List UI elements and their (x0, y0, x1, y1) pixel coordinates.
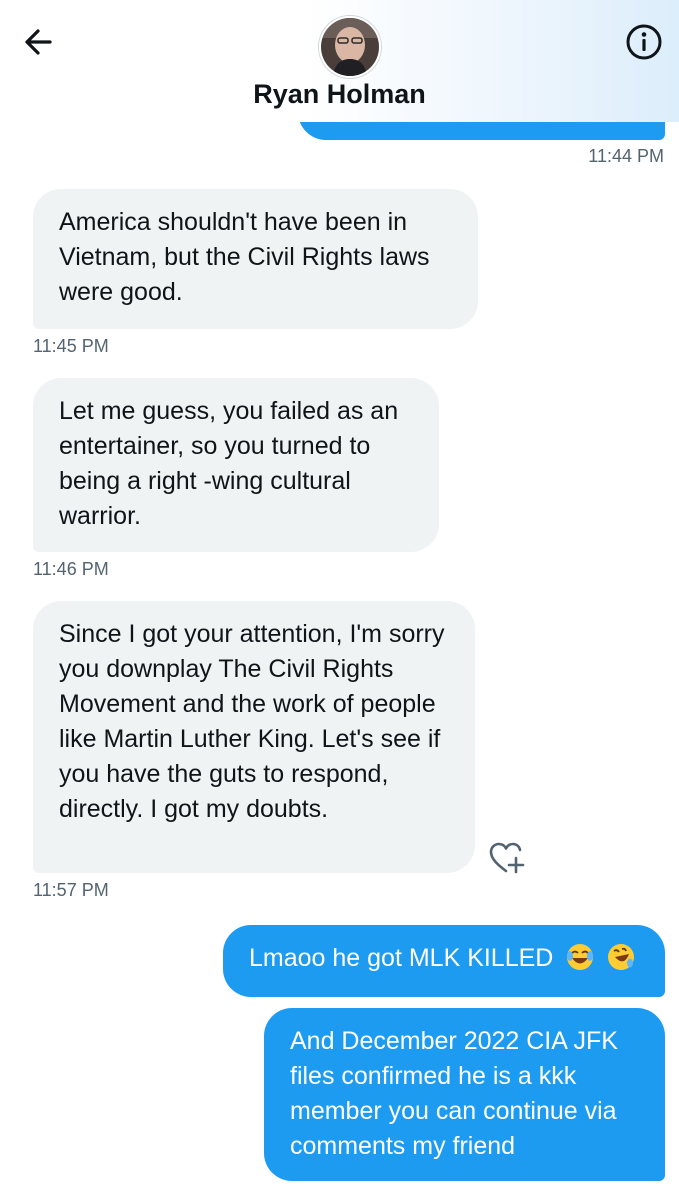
message-timestamp: 11:46 PM (33, 559, 109, 579)
message-timestamp: 11:45 PM (33, 336, 109, 356)
rolling-on-floor-laughing-emoji (608, 944, 635, 970)
info-button[interactable] (624, 22, 664, 62)
message-text: Since I got your attention, I'm sorry yo… (59, 620, 445, 823)
message-bubble-incoming[interactable]: America shouldn't have been in Vietnam, … (33, 189, 478, 329)
message-timestamp: 11:57 PM (33, 880, 109, 900)
add-reaction-button[interactable] (488, 840, 526, 876)
message-text: And December 2022 CIA JFK files confirme… (290, 1027, 618, 1160)
contact-name[interactable]: Ryan Holman (0, 79, 679, 110)
message-bubble-incoming[interactable]: Since I got your attention, I'm sorry yo… (33, 601, 475, 873)
conversation-header: Ryan Holman (0, 0, 679, 122)
arrow-left-icon (25, 29, 52, 55)
info-circle-icon (626, 24, 662, 60)
message-timestamp: 11:44 PM (588, 146, 664, 166)
profile-photo (321, 18, 379, 76)
heart-plus-icon (489, 842, 525, 874)
message-bubble-outgoing[interactable]: Lmaoo he got MLK KILLED (223, 925, 665, 997)
message-bubble-incoming[interactable]: Let me guess, you failed as an entertain… (33, 378, 439, 552)
message-text: America shouldn't have been in Vietnam, … (59, 208, 430, 306)
face-with-tears-of-joy-emoji (567, 944, 594, 970)
back-button[interactable] (20, 24, 60, 60)
message-text: Let me guess, you failed as an entertain… (59, 397, 399, 530)
avatar[interactable] (319, 16, 381, 78)
message-text: Lmaoo he got MLK KILLED (249, 944, 554, 972)
message-bubble-outgoing[interactable]: And December 2022 CIA JFK files confirme… (264, 1008, 665, 1181)
